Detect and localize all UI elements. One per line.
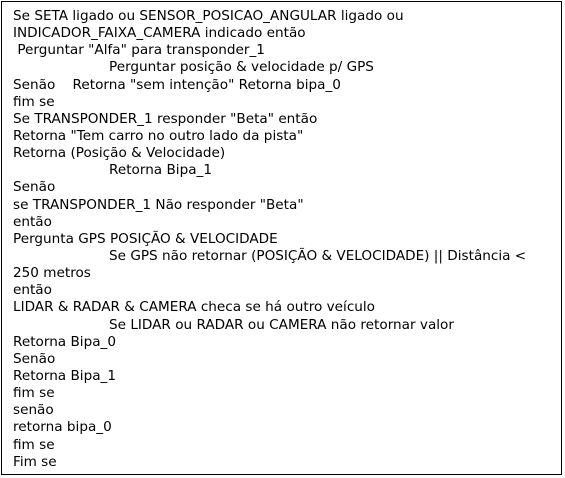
text-line: Se SETA ligado ou SENSOR_POSICAO_ANGULAR… [13, 8, 404, 24]
text-line: senão [13, 402, 54, 419]
text-line: Retorna Bipa_1 [13, 367, 116, 384]
text-line: Perguntar posição & velocidade p/ GPS [109, 59, 374, 76]
document-frame: Se SETA ligado ou SENSOR_POSICAO_ANGULAR… [1, 1, 562, 475]
pseudocode-text: Se SETA ligado ou SENSOR_POSICAO_ANGULAR… [13, 8, 563, 471]
text-line: Pergunta GPS POSIÇÃO & VELOCIDADE [13, 230, 278, 247]
text-line: Se GPS não retornar (POSIÇÃO & VELOCIDAD… [109, 247, 527, 264]
text-line: fim se [13, 93, 55, 110]
text-line: Retorna (Posição & Velocidade) [13, 145, 226, 162]
text-line: Senão [13, 350, 56, 367]
text-line: fim se [13, 385, 55, 402]
text-line: Se TRANSPONDER_1 responder "Beta" então [13, 110, 318, 127]
text-line: se TRANSPONDER_1 Não responder "Beta" [13, 196, 304, 213]
text-line: INDICADOR_FAIXA_CAMERA indicado então [13, 25, 306, 42]
text-line: Retorna "Tem carro no outro lado da pist… [13, 127, 304, 144]
text-line: LIDAR & RADAR & CAMERA checa se há outro… [13, 299, 375, 316]
text-line: Retorna Bipa_0 [13, 333, 116, 350]
text-line: Fim se [13, 453, 57, 470]
text-line: Senão Retorna "sem intenção" Retorna bip… [13, 76, 341, 93]
text-line: 250 metros [13, 265, 91, 282]
text-line: Perguntar "Alfa" para transponder_1 [13, 42, 265, 59]
text-line: Retorna Bipa_1 [109, 162, 212, 179]
text-line: fim se [13, 436, 55, 453]
text-line: Senão [13, 179, 56, 196]
text-line: Se LIDAR ou RADAR ou CAMERA não retornar… [109, 316, 454, 333]
text-line: então [13, 213, 52, 230]
text-line: então [13, 282, 52, 299]
text-line: retorna bipa_0 [13, 419, 112, 436]
